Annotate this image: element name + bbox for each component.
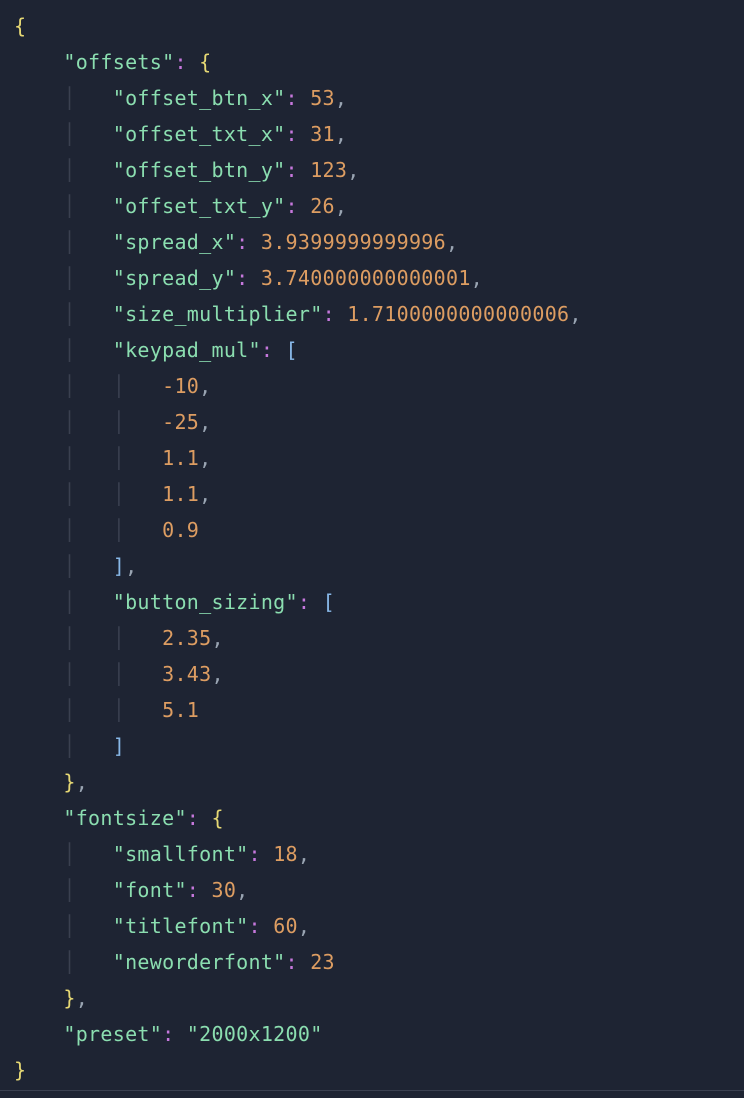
json-number: 60 [273,914,298,938]
json-number: 30 [211,878,236,902]
brace-close: } [14,1058,26,1082]
colon: : [249,914,261,938]
json-key: "neworderfont" [113,950,286,974]
comma: , [236,878,248,902]
comma: , [347,158,359,182]
colon: : [249,842,261,866]
colon: : [298,590,310,614]
separator-line [0,1090,744,1091]
comma: , [471,266,483,290]
json-key: "offset_btn_y" [113,158,286,182]
colon: : [323,302,335,326]
json-number: 2.35 [162,626,211,650]
colon: : [236,230,248,254]
json-number: 18 [273,842,298,866]
brace-close: } [63,986,75,1010]
json-key: "fontsize" [63,806,186,830]
brace-close: } [63,770,75,794]
colon: : [286,950,298,974]
json-string: "2000x1200" [187,1022,323,1046]
comma: , [335,122,347,146]
json-key: "button_sizing" [113,590,298,614]
brace-open: { [14,14,26,38]
json-key: "offsets" [63,50,174,74]
comma: , [199,410,211,434]
comma: , [212,626,224,650]
comma: , [569,302,581,326]
comma: , [335,86,347,110]
json-number: 3.43 [162,662,211,686]
bracket-close: ] [113,734,125,758]
bracket-close: ] [113,554,125,578]
colon: : [174,50,186,74]
json-number: 23 [310,950,335,974]
json-number: 3.740000000000001 [261,266,471,290]
json-number: -10 [162,374,199,398]
json-key: "preset" [63,1022,162,1046]
json-number: 1.1 [162,446,199,470]
json-key: "spread_y" [113,266,236,290]
json-key: "offset_txt_y" [113,194,286,218]
json-number: 5.1 [162,698,199,722]
bracket-open: [ [323,590,335,614]
json-key: "smallfont" [113,842,249,866]
comma: , [199,446,211,470]
code-block[interactable]: { "offsets": { │ "offset_btn_x": 53, │ "… [0,0,744,1088]
comma: , [298,842,310,866]
brace-open: { [211,806,223,830]
bracket-open: [ [286,338,298,362]
json-number: 0.9 [162,518,199,542]
json-key: "font" [113,878,187,902]
json-key: "spread_x" [113,230,236,254]
json-number: 1.7100000000000006 [347,302,569,326]
json-number: 1.1 [162,482,199,506]
colon: : [187,878,199,902]
colon: : [286,122,298,146]
colon: : [236,266,248,290]
json-number: 26 [310,194,335,218]
comma: , [76,770,88,794]
comma: , [199,374,211,398]
json-number: -25 [162,410,199,434]
json-number: 123 [310,158,347,182]
colon: : [187,806,199,830]
json-key: "titlefont" [113,914,249,938]
comma: , [298,914,310,938]
json-number: 3.9399999999996 [261,230,446,254]
json-number: 53 [310,86,335,110]
json-number: 31 [310,122,335,146]
colon: : [286,86,298,110]
comma: , [76,986,88,1010]
comma: , [199,482,211,506]
comma: , [125,554,137,578]
comma: , [212,662,224,686]
colon: : [286,194,298,218]
colon: : [261,338,273,362]
comma: , [335,194,347,218]
json-key: "keypad_mul" [113,338,261,362]
json-key: "offset_txt_x" [113,122,286,146]
colon: : [162,1022,174,1046]
colon: : [286,158,298,182]
json-key: "size_multiplier" [113,302,323,326]
json-key: "offset_btn_x" [113,86,286,110]
brace-open: { [199,50,211,74]
comma: , [446,230,458,254]
